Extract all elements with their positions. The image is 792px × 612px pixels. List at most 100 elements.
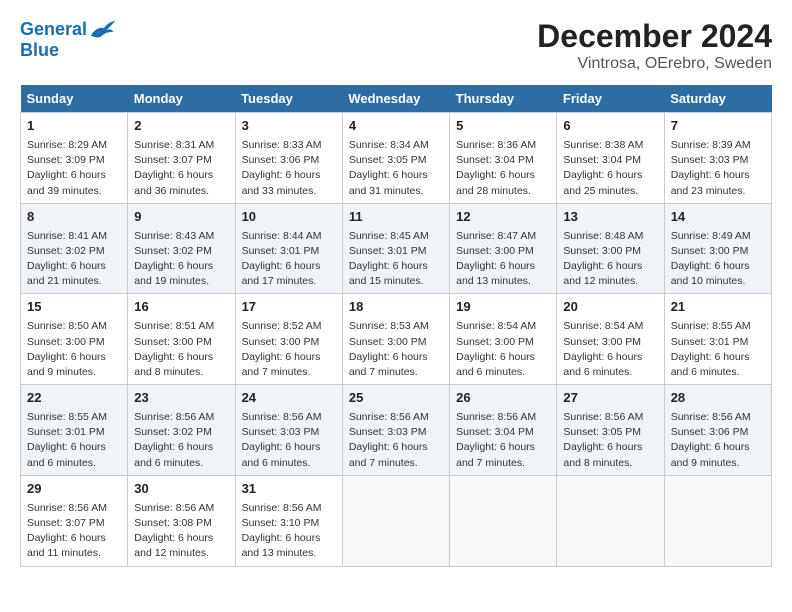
day-info-line: and 6 minutes.: [242, 456, 336, 471]
day-info-line: and 6 minutes.: [27, 456, 121, 471]
calendar-week-row: 29Sunrise: 8:56 AMSunset: 3:07 PMDayligh…: [21, 475, 772, 566]
day-info-line: Daylight: 6 hours: [456, 440, 550, 455]
day-number: 31: [242, 480, 336, 499]
day-number: 29: [27, 480, 121, 499]
day-info-line: Sunrise: 8:31 AM: [134, 138, 228, 153]
calendar-cell: 31Sunrise: 8:56 AMSunset: 3:10 PMDayligh…: [235, 475, 342, 566]
calendar-cell: 7Sunrise: 8:39 AMSunset: 3:03 PMDaylight…: [664, 113, 771, 204]
day-info-line: Sunset: 3:03 PM: [349, 425, 443, 440]
day-number: 24: [242, 389, 336, 408]
day-info-line: and 12 minutes.: [563, 274, 657, 289]
day-info-line: Daylight: 6 hours: [671, 168, 765, 183]
day-info-line: Sunset: 3:02 PM: [134, 244, 228, 259]
day-info-line: Sunset: 3:04 PM: [456, 425, 550, 440]
day-number: 21: [671, 298, 765, 317]
weekday-header: Tuesday: [235, 85, 342, 113]
day-info-line: Daylight: 6 hours: [134, 259, 228, 274]
day-info-line: Daylight: 6 hours: [27, 531, 121, 546]
day-number: 1: [27, 117, 121, 136]
day-info-line: and 36 minutes.: [134, 184, 228, 199]
calendar-cell: 19Sunrise: 8:54 AMSunset: 3:00 PMDayligh…: [450, 294, 557, 385]
day-info-line: Sunset: 3:00 PM: [242, 335, 336, 350]
day-info-line: and 9 minutes.: [27, 365, 121, 380]
day-info-line: and 11 minutes.: [27, 546, 121, 561]
day-info-line: Sunrise: 8:56 AM: [134, 410, 228, 425]
day-number: 14: [671, 208, 765, 227]
day-info-line: Sunset: 3:02 PM: [134, 425, 228, 440]
day-info-line: Daylight: 6 hours: [27, 168, 121, 183]
calendar-cell: 24Sunrise: 8:56 AMSunset: 3:03 PMDayligh…: [235, 385, 342, 476]
calendar-cell: [664, 475, 771, 566]
day-info-line: Sunset: 3:00 PM: [27, 335, 121, 350]
day-info-line: Daylight: 6 hours: [563, 168, 657, 183]
calendar-cell: [342, 475, 449, 566]
day-number: 15: [27, 298, 121, 317]
logo: General Blue: [20, 18, 117, 61]
day-info-line: Sunset: 3:06 PM: [671, 425, 765, 440]
day-number: 16: [134, 298, 228, 317]
day-number: 9: [134, 208, 228, 227]
day-info-line: Daylight: 6 hours: [242, 531, 336, 546]
day-info-line: Sunrise: 8:51 AM: [134, 319, 228, 334]
day-number: 25: [349, 389, 443, 408]
calendar-cell: 1Sunrise: 8:29 AMSunset: 3:09 PMDaylight…: [21, 113, 128, 204]
calendar-cell: 22Sunrise: 8:55 AMSunset: 3:01 PMDayligh…: [21, 385, 128, 476]
day-info-line: Sunrise: 8:41 AM: [27, 229, 121, 244]
day-info-line: and 12 minutes.: [134, 546, 228, 561]
day-info-line: Sunrise: 8:48 AM: [563, 229, 657, 244]
day-info-line: Sunset: 3:03 PM: [671, 153, 765, 168]
calendar-cell: 30Sunrise: 8:56 AMSunset: 3:08 PMDayligh…: [128, 475, 235, 566]
weekday-header: Wednesday: [342, 85, 449, 113]
day-info-line: Daylight: 6 hours: [349, 259, 443, 274]
day-info-line: Sunset: 3:05 PM: [349, 153, 443, 168]
weekday-header: Sunday: [21, 85, 128, 113]
day-info-line: Sunrise: 8:56 AM: [563, 410, 657, 425]
calendar-cell: 14Sunrise: 8:49 AMSunset: 3:00 PMDayligh…: [664, 203, 771, 294]
day-number: 7: [671, 117, 765, 136]
day-info-line: Daylight: 6 hours: [27, 259, 121, 274]
weekday-header: Saturday: [664, 85, 771, 113]
calendar-week-row: 1Sunrise: 8:29 AMSunset: 3:09 PMDaylight…: [21, 113, 772, 204]
day-info-line: and 10 minutes.: [671, 274, 765, 289]
calendar-cell: 8Sunrise: 8:41 AMSunset: 3:02 PMDaylight…: [21, 203, 128, 294]
day-info-line: Sunrise: 8:53 AM: [349, 319, 443, 334]
day-info-line: Sunrise: 8:54 AM: [456, 319, 550, 334]
day-number: 18: [349, 298, 443, 317]
day-number: 19: [456, 298, 550, 317]
day-number: 6: [563, 117, 657, 136]
day-info-line: Daylight: 6 hours: [456, 168, 550, 183]
day-info-line: and 17 minutes.: [242, 274, 336, 289]
day-info-line: Sunset: 3:04 PM: [563, 153, 657, 168]
calendar-cell: 12Sunrise: 8:47 AMSunset: 3:00 PMDayligh…: [450, 203, 557, 294]
day-info-line: and 39 minutes.: [27, 184, 121, 199]
day-number: 30: [134, 480, 228, 499]
day-info-line: Sunrise: 8:47 AM: [456, 229, 550, 244]
day-info-line: and 21 minutes.: [27, 274, 121, 289]
day-info-line: Sunrise: 8:56 AM: [242, 501, 336, 516]
day-info-line: and 15 minutes.: [349, 274, 443, 289]
day-info-line: Daylight: 6 hours: [27, 350, 121, 365]
calendar-cell: 6Sunrise: 8:38 AMSunset: 3:04 PMDaylight…: [557, 113, 664, 204]
day-info-line: and 8 minutes.: [134, 365, 228, 380]
calendar-cell: 3Sunrise: 8:33 AMSunset: 3:06 PMDaylight…: [235, 113, 342, 204]
day-info-line: and 7 minutes.: [456, 456, 550, 471]
day-number: 20: [563, 298, 657, 317]
day-number: 11: [349, 208, 443, 227]
day-info-line: and 6 minutes.: [134, 456, 228, 471]
day-info-line: and 7 minutes.: [349, 456, 443, 471]
day-info-line: Daylight: 6 hours: [671, 259, 765, 274]
day-info-line: Sunrise: 8:50 AM: [27, 319, 121, 334]
calendar-cell: 28Sunrise: 8:56 AMSunset: 3:06 PMDayligh…: [664, 385, 771, 476]
day-info-line: Sunset: 3:01 PM: [242, 244, 336, 259]
day-info-line: Sunset: 3:00 PM: [349, 335, 443, 350]
logo-text: General: [20, 20, 87, 40]
day-info-line: Daylight: 6 hours: [349, 168, 443, 183]
calendar-cell: 27Sunrise: 8:56 AMSunset: 3:05 PMDayligh…: [557, 385, 664, 476]
calendar-cell: 2Sunrise: 8:31 AMSunset: 3:07 PMDaylight…: [128, 113, 235, 204]
day-info-line: and 31 minutes.: [349, 184, 443, 199]
weekday-header: Friday: [557, 85, 664, 113]
day-info-line: Sunrise: 8:54 AM: [563, 319, 657, 334]
day-info-line: Sunrise: 8:56 AM: [27, 501, 121, 516]
day-info-line: and 7 minutes.: [349, 365, 443, 380]
calendar-cell: 21Sunrise: 8:55 AMSunset: 3:01 PMDayligh…: [664, 294, 771, 385]
